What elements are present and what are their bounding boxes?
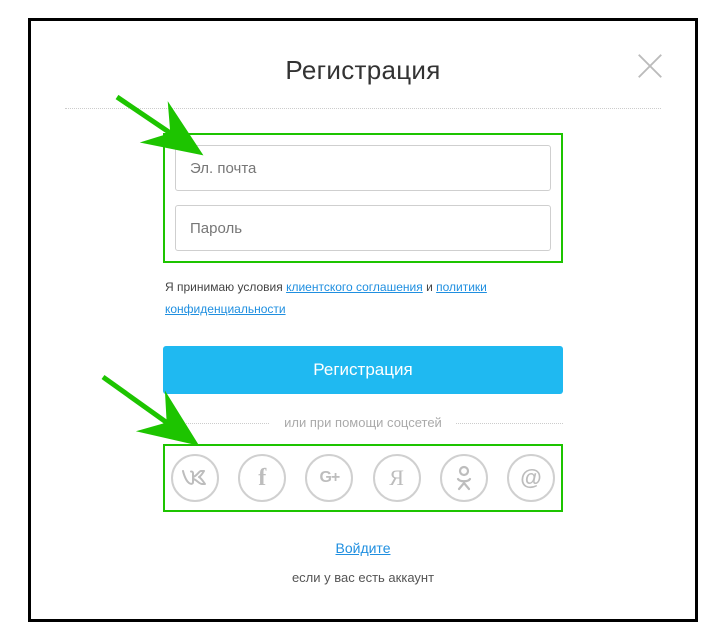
yandex-icon: Я — [389, 465, 404, 491]
social-yandex-button[interactable]: Я — [373, 454, 421, 502]
highlight-inputs — [163, 133, 563, 263]
page-title: Регистрация — [31, 55, 695, 86]
facebook-icon: f — [258, 465, 266, 492]
social-vk-button[interactable] — [171, 454, 219, 502]
login-link[interactable]: Войдите — [163, 540, 563, 556]
highlight-social: f G+ Я @ — [163, 444, 563, 512]
social-facebook-button[interactable]: f — [238, 454, 286, 502]
mailru-icon: @ — [520, 465, 541, 491]
google-plus-icon: G+ — [319, 469, 339, 487]
social-divider: или при помощи соцсетей — [163, 414, 563, 432]
social-google-button[interactable]: G+ — [305, 454, 353, 502]
terms-link-agreement[interactable]: клиентского соглашения — [286, 280, 423, 294]
email-field[interactable] — [175, 145, 551, 191]
social-mailru-button[interactable]: @ — [507, 454, 555, 502]
social-ok-button[interactable] — [440, 454, 488, 502]
form-container: Я принимаю условия клиентского соглашени… — [163, 133, 563, 585]
submit-button[interactable]: Регистрация — [163, 346, 563, 394]
terms-mid: и — [423, 280, 436, 294]
password-field[interactable] — [175, 205, 551, 251]
close-button[interactable] — [635, 51, 665, 81]
close-icon — [635, 51, 665, 81]
odnoklassniki-icon — [456, 465, 472, 491]
terms-text: Я принимаю условия клиентского соглашени… — [163, 277, 563, 320]
vk-icon — [182, 470, 208, 486]
divider-top — [65, 108, 661, 109]
modal-window: Регистрация Я принимаю условия клиентско… — [28, 18, 698, 622]
social-divider-label: или при помощи соцсетей — [270, 415, 456, 430]
footer-text: если у вас есть аккаунт — [163, 570, 563, 585]
terms-prefix: Я принимаю условия — [165, 280, 286, 294]
